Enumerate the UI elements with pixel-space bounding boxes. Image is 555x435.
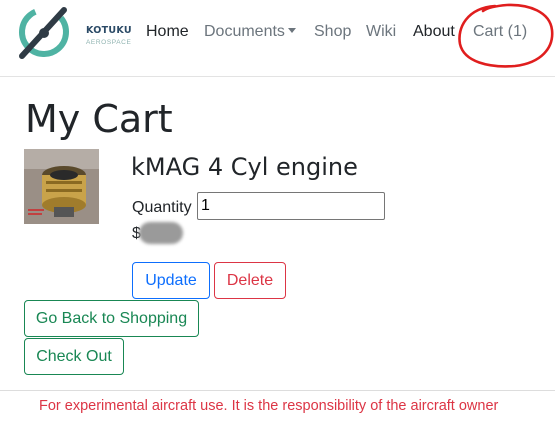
navbar: KOTUKU AEROSPACE Home Documents Shop Wik…: [0, 0, 555, 77]
update-button[interactable]: Update: [132, 262, 210, 299]
nav-about[interactable]: About: [413, 22, 455, 42]
brand-subtitle: AEROSPACE: [86, 39, 132, 46]
chevron-down-icon: [287, 28, 296, 33]
footer-divider: [0, 390, 555, 391]
brand-name: KOTUKU: [86, 25, 132, 36]
checkout-button[interactable]: Check Out: [24, 338, 124, 375]
nav-home[interactable]: Home: [146, 22, 189, 42]
back-to-shopping-button[interactable]: Go Back to Shopping: [24, 300, 199, 337]
quantity-label: Quantity: [132, 199, 192, 216]
nav-documents[interactable]: Documents: [204, 22, 296, 42]
nav-cart[interactable]: Cart (1): [473, 22, 527, 42]
nav-shop[interactable]: Shop: [314, 22, 351, 42]
product-name: kMAG 4 Cyl engine: [131, 153, 358, 181]
price-redaction: [139, 222, 183, 244]
nav-wiki[interactable]: Wiki: [366, 22, 396, 42]
delete-button[interactable]: Delete: [214, 262, 286, 299]
page-title: My Cart: [25, 97, 173, 141]
quantity-input[interactable]: [197, 192, 385, 220]
product-image: [24, 149, 99, 224]
brand-logo[interactable]: KOTUKU AEROSPACE: [14, 4, 132, 64]
nav-documents-label: Documents: [204, 23, 285, 40]
footer-disclaimer: For experimental aircraft use. It is the…: [39, 398, 499, 414]
